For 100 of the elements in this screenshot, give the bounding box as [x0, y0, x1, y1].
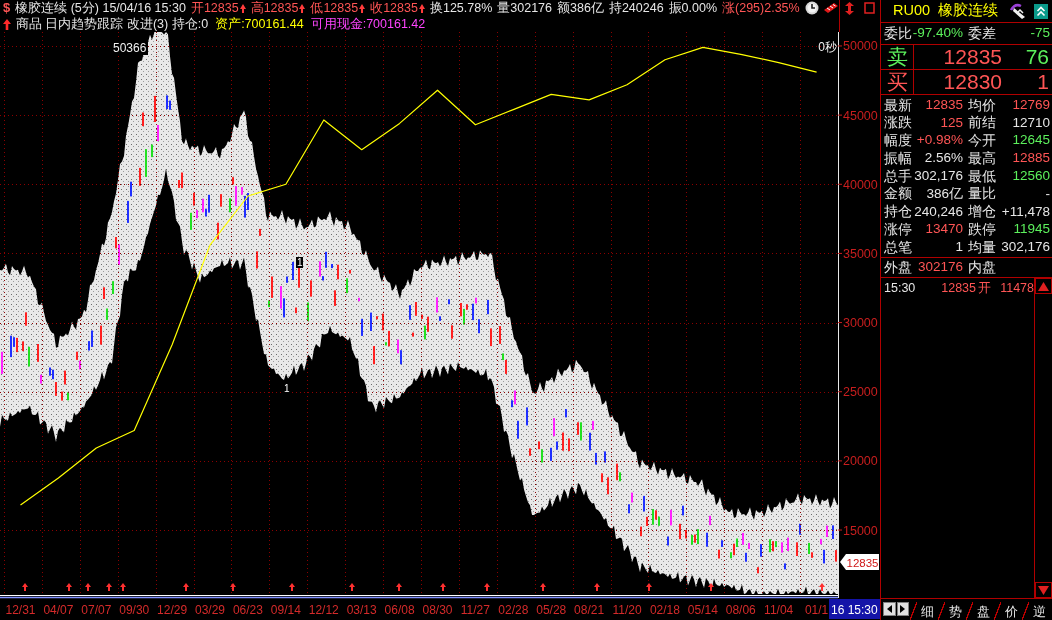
price-tag: 12835 [840, 554, 879, 570]
axis-label: 08/21 [574, 603, 605, 617]
axis-label: 50000 [843, 39, 878, 54]
quote-field: 换125.78% [429, 0, 493, 16]
stat-value: 12645 [1012, 132, 1050, 149]
stat-label: 均量 [968, 238, 996, 256]
tick-volume: 11478 [999, 281, 1034, 297]
quote-field: 持240246 [608, 0, 664, 16]
up-arrow-icon [484, 583, 490, 591]
tick-time: 15:30 [884, 281, 917, 297]
stat-value: 12885 [1012, 150, 1050, 167]
axis-label: 06/23 [232, 603, 263, 617]
up-down-arrow-icon[interactable] [845, 2, 854, 15]
axis-label: 02/18 [649, 603, 680, 617]
scroll-left-button[interactable] [883, 602, 896, 616]
axis-label: 12/31 [5, 603, 36, 617]
pointer-icon[interactable] [1009, 3, 1026, 19]
up-arrow-icon [819, 583, 825, 591]
stat-label: 最低 [968, 167, 996, 185]
quote-field: 振0.00% [668, 0, 718, 16]
stat-label: 前结 [968, 114, 996, 132]
axis-label: 07/07 [81, 603, 112, 617]
stat-value: 12835 [925, 96, 963, 113]
chip-icon[interactable] [822, 2, 839, 14]
stat-label: 外盘 [884, 258, 912, 276]
stat-label: 持仓 [884, 203, 912, 221]
up-arrow-icon [349, 583, 355, 591]
chart-label: 1 [283, 383, 290, 394]
axis-label: 12/29 [157, 603, 188, 617]
stat-value: 12560 [1012, 168, 1050, 185]
stat-label: 总手 [884, 167, 912, 185]
triangle-left-icon [886, 605, 892, 613]
time-tag: 16 15:30 [829, 599, 880, 619]
quote-field: 额386亿 [557, 0, 604, 16]
axis-label: 01/1 [804, 603, 829, 617]
stat-label: 内盘 [968, 258, 996, 276]
stat-value: 12769 [1012, 96, 1050, 113]
quote-field: 高12835 [250, 0, 299, 16]
stat-label: 增仓 [968, 203, 996, 221]
strategy-field: 资产:700161.44 [215, 16, 304, 32]
double-chevron-icon[interactable] [1034, 3, 1048, 19]
scroll-up-button[interactable] [1035, 278, 1052, 295]
up-arrow-icon [85, 583, 91, 591]
axis-label: 03/13 [346, 603, 377, 617]
up-arrow-icon [22, 583, 28, 591]
quote-field: 收12835 [370, 0, 418, 16]
axis-label: 12/12 [308, 603, 339, 617]
dollar-sign: $ [3, 0, 11, 16]
field-label: 委差 [968, 24, 996, 42]
axis-label: 15000 [843, 523, 878, 538]
strategy-field: 可用现金:700161.42 [310, 16, 426, 32]
axis-label: 35000 [843, 246, 878, 261]
square-icon[interactable] [864, 2, 875, 14]
stat-value: 386亿 [926, 185, 963, 202]
up-arrow-icon [230, 583, 236, 591]
quote-field: 橡胶连续 (5分) 15/04/16 15:30 [15, 0, 186, 16]
axis-label: 06/08 [384, 603, 415, 617]
field-value: -97.40% [912, 24, 963, 42]
axis-label: 09/30 [119, 603, 150, 617]
up-arrow-icon [594, 583, 600, 591]
quote-field: 涨(295)2.35% [722, 0, 800, 16]
triangle-right-icon [900, 605, 906, 613]
axis-label: 05/28 [536, 603, 567, 617]
tick-type-label: 开 [976, 281, 992, 297]
stat-label: 总笔 [884, 238, 912, 256]
stat-value: 302,176 [1001, 239, 1050, 256]
axis-label: 03/29 [195, 603, 226, 617]
side-label: 卖 [881, 45, 914, 69]
up-arrow-icon [396, 583, 402, 591]
axis-label: 08/30 [422, 603, 453, 617]
stat-label: 跌停 [968, 221, 996, 238]
scroll-right-button[interactable] [896, 602, 909, 616]
strategy-field: 商品 日内趋势跟踪 改进(3) 持仓:0 [16, 16, 209, 32]
stat-value: 240,246 [914, 203, 963, 220]
axis-label: 30000 [843, 316, 878, 331]
up-arrow-icon [708, 583, 714, 591]
triangle-down-icon [1038, 585, 1049, 595]
up-arrow-icon [646, 583, 652, 591]
quote-field: 量302176 [497, 0, 552, 16]
quote-field: 开12835 [190, 0, 239, 16]
stat-label: 涨跌 [884, 114, 912, 132]
symbol-name: 橡胶连续 [938, 2, 999, 20]
order-volume: 1 [1036, 70, 1050, 94]
stat-value: +11,478 [1001, 203, 1050, 220]
countdown-label: 0秒 [818, 40, 837, 54]
stat-label: 量比 [968, 185, 996, 203]
stat-label: 最新 [884, 96, 912, 114]
order-price: 12830 [942, 70, 1002, 94]
clock-icon[interactable] [804, 1, 819, 15]
quote-field: 低12835 [310, 0, 359, 16]
order-volume: 76 [1024, 45, 1050, 69]
axis-label: 05/14 [687, 603, 718, 617]
up-arrow-icon [289, 583, 295, 591]
scroll-down-button[interactable] [1035, 582, 1052, 598]
axis-label: 25000 [843, 385, 878, 400]
up-arrow-icon [440, 583, 446, 591]
stat-value: 11945 [1013, 221, 1050, 238]
field-value: -75 [1030, 24, 1050, 42]
chart-label: 1 [296, 257, 303, 268]
stat-value: 12710 [1012, 114, 1050, 131]
